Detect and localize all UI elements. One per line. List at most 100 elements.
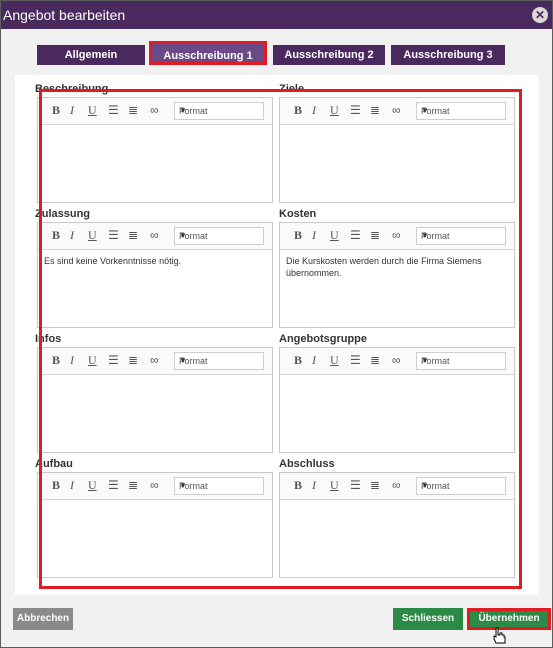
close-icon[interactable]: ✕ bbox=[532, 7, 548, 23]
numbered-list-icon[interactable]: ≣ bbox=[370, 228, 380, 242]
bold-button[interactable]: B bbox=[294, 228, 302, 243]
rich-text-editor[interactable]: B I U ☰ ≣ ∞ Format ▼ bbox=[279, 472, 515, 578]
field-label-infos: Infos bbox=[35, 333, 62, 345]
bold-button[interactable]: B bbox=[294, 103, 302, 118]
close-button[interactable]: Schliessen bbox=[393, 608, 463, 630]
dialog-title: Angebot bearbeiten bbox=[3, 7, 126, 23]
numbered-list-icon[interactable]: ≣ bbox=[370, 353, 380, 367]
editor-toolbar: B I U ☰ ≣ ∞ Format ▼ bbox=[280, 98, 514, 125]
link-icon[interactable]: ∞ bbox=[150, 103, 159, 117]
bulleted-list-icon[interactable]: ☰ bbox=[108, 103, 119, 117]
tab-ausschreibung-3[interactable]: Ausschreibung 3 bbox=[391, 45, 505, 65]
italic-button[interactable]: I bbox=[70, 103, 74, 118]
link-icon[interactable]: ∞ bbox=[150, 353, 159, 367]
underline-button[interactable]: U bbox=[330, 103, 339, 118]
bold-button[interactable]: B bbox=[294, 478, 302, 493]
italic-button[interactable]: I bbox=[312, 478, 316, 493]
rich-text-editor[interactable]: B I U ☰ ≣ ∞ Format ▼ bbox=[37, 347, 273, 453]
format-select[interactable]: Format ▼ bbox=[416, 352, 506, 370]
bold-button[interactable]: B bbox=[52, 478, 60, 493]
link-icon[interactable]: ∞ bbox=[392, 103, 401, 117]
italic-button[interactable]: I bbox=[70, 478, 74, 493]
chevron-down-icon: ▼ bbox=[179, 231, 187, 240]
editor-toolbar: B I U ☰ ≣ ∞ Format ▼ bbox=[38, 223, 272, 250]
editor-toolbar: B I U ☰ ≣ ∞ Format ▼ bbox=[280, 348, 514, 375]
bold-button[interactable]: B bbox=[294, 353, 302, 368]
tab-allgemein[interactable]: Allgemein bbox=[37, 45, 145, 65]
format-select[interactable]: Format ▼ bbox=[416, 227, 506, 245]
cancel-button[interactable]: Abbrechen bbox=[13, 608, 73, 630]
rich-text-editor[interactable]: B I U ☰ ≣ ∞ Format ▼ Die Kurskosten werde… bbox=[279, 222, 515, 328]
chevron-down-icon: ▼ bbox=[421, 231, 429, 240]
rich-text-editor[interactable]: B I U ☰ ≣ ∞ Format ▼ bbox=[279, 347, 515, 453]
editor-toolbar: B I U ☰ ≣ ∞ Format ▼ bbox=[280, 223, 514, 250]
editor-content[interactable]: Die Kurskosten werden durch die Firma Si… bbox=[286, 255, 508, 279]
chevron-down-icon: ▼ bbox=[421, 106, 429, 115]
editor-toolbar: B I U ☰ ≣ ∞ Format ▼ bbox=[38, 473, 272, 500]
bulleted-list-icon[interactable]: ☰ bbox=[350, 103, 361, 117]
underline-button[interactable]: U bbox=[88, 353, 97, 368]
italic-button[interactable]: I bbox=[312, 228, 316, 243]
numbered-list-icon[interactable]: ≣ bbox=[370, 478, 380, 492]
field-label-zulassung: Zulassung bbox=[35, 208, 91, 220]
chevron-down-icon: ▼ bbox=[179, 106, 187, 115]
italic-button[interactable]: I bbox=[70, 353, 74, 368]
editor-toolbar: B I U ☰ ≣ ∞ Format ▼ bbox=[280, 473, 514, 500]
link-icon[interactable]: ∞ bbox=[150, 228, 159, 242]
bold-button[interactable]: B bbox=[52, 353, 60, 368]
italic-button[interactable]: I bbox=[312, 103, 316, 118]
apply-button[interactable]: Übernehmen bbox=[467, 608, 551, 630]
field-label-aufbau: Aufbau bbox=[35, 458, 73, 470]
numbered-list-icon[interactable]: ≣ bbox=[128, 228, 138, 242]
link-icon[interactable]: ∞ bbox=[150, 478, 159, 492]
bold-button[interactable]: B bbox=[52, 103, 60, 118]
bold-button[interactable]: B bbox=[52, 228, 60, 243]
tab-bar: Allgemein Ausschreibung 1 Ausschreibung … bbox=[1, 39, 552, 69]
underline-button[interactable]: U bbox=[330, 228, 339, 243]
bulleted-list-icon[interactable]: ☰ bbox=[108, 478, 119, 492]
field-label-ziele: Ziele bbox=[279, 83, 305, 95]
bulleted-list-icon[interactable]: ☰ bbox=[108, 353, 119, 367]
numbered-list-icon[interactable]: ≣ bbox=[128, 353, 138, 367]
numbered-list-icon[interactable]: ≣ bbox=[128, 103, 138, 117]
format-select[interactable]: Format ▼ bbox=[416, 102, 506, 120]
field-label-beschreibung: Beschreibung bbox=[35, 83, 109, 95]
format-select[interactable]: Format ▼ bbox=[174, 227, 264, 245]
italic-button[interactable]: I bbox=[312, 353, 316, 368]
format-select[interactable]: Format ▼ bbox=[174, 352, 264, 370]
editor-toolbar: B I U ☰ ≣ ∞ Format ▼ bbox=[38, 348, 272, 375]
chevron-down-icon: ▼ bbox=[421, 356, 429, 365]
link-icon[interactable]: ∞ bbox=[392, 228, 401, 242]
numbered-list-icon[interactable]: ≣ bbox=[370, 103, 380, 117]
underline-button[interactable]: U bbox=[330, 353, 339, 368]
field-label-angebotsgruppe: Angebotsgruppe bbox=[279, 333, 367, 345]
bulleted-list-icon[interactable]: ☰ bbox=[350, 478, 361, 492]
bulleted-list-icon[interactable]: ☰ bbox=[350, 353, 361, 367]
rich-text-editor[interactable]: B I U ☰ ≣ ∞ Format ▼ Es sind keine Vorken… bbox=[37, 222, 273, 328]
underline-button[interactable]: U bbox=[88, 228, 97, 243]
rich-text-editor[interactable]: B I U ☰ ≣ ∞ Format ▼ bbox=[279, 97, 515, 203]
chevron-down-icon: ▼ bbox=[179, 356, 187, 365]
editor-content[interactable]: Es sind keine Vorkenntnisse nötig. bbox=[44, 255, 266, 267]
field-label-kosten: Kosten bbox=[279, 208, 317, 220]
tab-ausschreibung-2[interactable]: Ausschreibung 2 bbox=[273, 45, 385, 65]
tab-ausschreibung-1[interactable]: Ausschreibung 1 bbox=[149, 41, 267, 65]
hand-cursor-icon bbox=[493, 627, 506, 644]
underline-button[interactable]: U bbox=[330, 478, 339, 493]
bulleted-list-icon[interactable]: ☰ bbox=[350, 228, 361, 242]
link-icon[interactable]: ∞ bbox=[392, 353, 401, 367]
bulleted-list-icon[interactable]: ☰ bbox=[108, 228, 119, 242]
italic-button[interactable]: I bbox=[70, 228, 74, 243]
rich-text-editor[interactable]: B I U ☰ ≣ ∞ Format ▼ bbox=[37, 472, 273, 578]
chevron-down-icon: ▼ bbox=[421, 481, 429, 490]
rich-text-editor[interactable]: B I U ☰ ≣ ∞ Format ▼ bbox=[37, 97, 273, 203]
underline-button[interactable]: U bbox=[88, 478, 97, 493]
field-label-abschluss: Abschluss bbox=[279, 458, 335, 470]
editor-toolbar: B I U ☰ ≣ ∞ Format ▼ bbox=[38, 98, 272, 125]
underline-button[interactable]: U bbox=[88, 103, 97, 118]
numbered-list-icon[interactable]: ≣ bbox=[128, 478, 138, 492]
format-select[interactable]: Format ▼ bbox=[174, 102, 264, 120]
format-select[interactable]: Format ▼ bbox=[416, 477, 506, 495]
format-select[interactable]: Format ▼ bbox=[174, 477, 264, 495]
link-icon[interactable]: ∞ bbox=[392, 478, 401, 492]
